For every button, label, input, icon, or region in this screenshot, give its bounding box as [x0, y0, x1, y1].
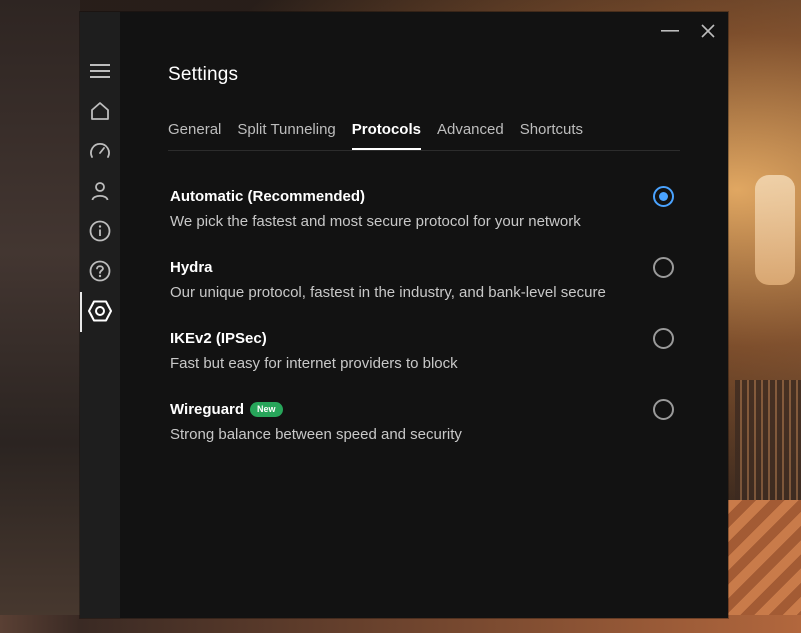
- info-icon: [89, 220, 111, 242]
- tab-protocols[interactable]: Protocols: [351, 120, 421, 150]
- menu-icon: [90, 64, 110, 78]
- settings-tabs: General Split Tunneling Protocols Advanc…: [168, 120, 680, 151]
- sidebar-speed-button[interactable]: [80, 134, 120, 168]
- protocol-option-wireguard[interactable]: Wireguard New Strong balance between spe…: [170, 397, 690, 468]
- sidebar-menu-button[interactable]: [80, 54, 120, 88]
- protocol-description: We pick the fastest and most secure prot…: [170, 213, 581, 230]
- wallpaper-left-wall: [0, 0, 80, 633]
- sidebar-account-button[interactable]: [80, 174, 120, 208]
- protocol-radio-wireguard[interactable]: [653, 399, 674, 420]
- home-icon: [91, 102, 109, 120]
- app-window: Settings General Split Tunneling Protoco…: [80, 12, 728, 618]
- protocol-name: IKEv2 (IPSec): [170, 330, 267, 347]
- speedometer-icon: [90, 143, 110, 158]
- protocol-radio-ikev2[interactable]: [653, 328, 674, 349]
- protocol-description: Strong balance between speed and securit…: [170, 426, 462, 443]
- protocol-radio-hydra[interactable]: [653, 257, 674, 278]
- wallpaper-lantern: [755, 175, 795, 285]
- account-icon: [91, 182, 109, 201]
- protocol-name: Automatic (Recommended): [170, 188, 366, 205]
- protocol-description: Fast but easy for internet providers to …: [170, 355, 458, 372]
- close-icon: [701, 24, 715, 38]
- new-badge: New: [250, 402, 283, 417]
- protocol-title: Automatic (Recommended): [170, 188, 365, 205]
- page-title: Settings: [168, 64, 239, 85]
- sidebar-info-button[interactable]: [80, 214, 120, 248]
- protocol-list: Automatic (Recommended) We pick the fast…: [170, 184, 690, 468]
- sidebar-home-button[interactable]: [80, 94, 120, 128]
- tab-split-tunneling[interactable]: Split Tunneling: [237, 120, 335, 149]
- tab-shortcuts[interactable]: Shortcuts: [520, 120, 583, 149]
- tab-general[interactable]: General: [168, 120, 221, 149]
- protocol-title: Wireguard New: [170, 401, 283, 418]
- sidebar: [80, 12, 120, 618]
- window-controls: [658, 18, 720, 44]
- protocol-option-automatic[interactable]: Automatic (Recommended) We pick the fast…: [170, 184, 690, 255]
- sidebar-help-button[interactable]: [80, 254, 120, 288]
- protocol-name: Hydra: [170, 259, 213, 276]
- minimize-icon: [661, 30, 679, 32]
- minimize-button[interactable]: [658, 18, 682, 44]
- help-icon: [89, 260, 111, 282]
- protocol-option-hydra[interactable]: Hydra Our unique protocol, fastest in th…: [170, 255, 690, 326]
- close-button[interactable]: [696, 18, 720, 44]
- sidebar-settings-button[interactable]: [80, 294, 120, 328]
- settings-icon: [88, 300, 112, 322]
- protocol-title: IKEv2 (IPSec): [170, 330, 267, 347]
- tab-advanced[interactable]: Advanced: [437, 120, 504, 149]
- wallpaper-shelf: [735, 380, 801, 500]
- protocol-name: Wireguard: [170, 401, 245, 418]
- protocol-title: Hydra: [170, 259, 213, 276]
- wallpaper-tiles: [728, 500, 801, 620]
- protocol-description: Our unique protocol, fastest in the indu…: [170, 284, 606, 301]
- protocol-radio-automatic[interactable]: [653, 186, 674, 207]
- protocol-option-ikev2[interactable]: IKEv2 (IPSec) Fast but easy for internet…: [170, 326, 690, 397]
